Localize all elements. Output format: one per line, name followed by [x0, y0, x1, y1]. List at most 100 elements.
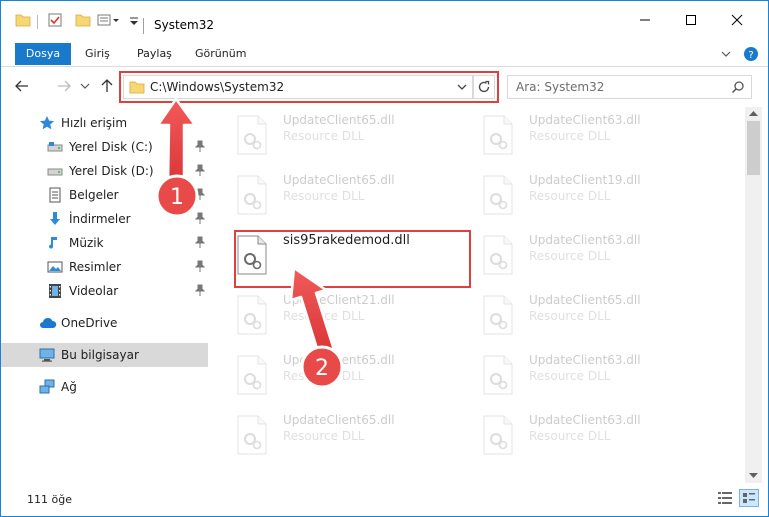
dll-file-icon: [235, 415, 269, 455]
window-title: System32: [154, 18, 215, 32]
file-item[interactable]: UpdateClient65.dll Resource DLL: [211, 349, 451, 403]
sidebar-item-label: Belgeler: [69, 188, 119, 202]
file-item[interactable]: UpdateClient65.dll Resource DLL: [211, 169, 451, 223]
pin-icon[interactable]: [194, 164, 206, 179]
dll-file-icon: [235, 295, 269, 335]
file-name: UpdateClient63.dll: [529, 353, 641, 367]
pin-icon[interactable]: [194, 188, 206, 203]
maximize-button[interactable]: [668, 1, 714, 39]
expand-ribbon-button[interactable]: [718, 43, 734, 65]
drive-icon: [47, 139, 63, 155]
item-count: 111 öğe: [27, 493, 72, 506]
details-view-icon[interactable]: [717, 491, 733, 508]
up-button[interactable]: [98, 77, 116, 95]
file-type: Resource DLL: [283, 429, 365, 443]
sidebar-item-local-disk-c[interactable]: Yerel Disk (C:): [1, 135, 208, 159]
pin-icon[interactable]: [194, 236, 206, 251]
sidebar-item-quick-access[interactable]: Hızlı erişim: [1, 111, 208, 135]
back-button[interactable]: [13, 77, 31, 95]
search-box[interactable]: Ara: System32: [507, 75, 752, 99]
pin-icon[interactable]: [194, 284, 206, 299]
file-item[interactable]: UpdateClient63.dll Resource DLL: [457, 229, 697, 283]
sidebar-item-label: Yerel Disk (C:): [69, 140, 153, 154]
pin-icon[interactable]: [194, 140, 206, 155]
sidebar-item-label: Yerel Disk (D:): [69, 164, 154, 178]
file-type: Resource DLL: [529, 369, 611, 383]
title-bar: System32: [1, 1, 768, 39]
chevron-down-icon: [80, 83, 90, 89]
file-name: UpdateClient65.dll: [283, 173, 395, 187]
sidebar-item-this-pc[interactable]: Bu bilgisayar: [1, 343, 208, 367]
tab-file[interactable]: Dosya: [15, 43, 71, 65]
new-folder-icon[interactable]: [75, 12, 91, 30]
tiles-view-icon[interactable]: [739, 489, 759, 507]
status-bar: 111 öğe: [1, 483, 768, 516]
address-highlight-box: [119, 71, 499, 103]
file-name: UpdateClient65.dll: [283, 413, 395, 427]
sidebar-item-pictures[interactable]: Resimler: [1, 255, 208, 279]
sidebar-item-label: Bu bilgisayar: [61, 348, 139, 362]
vertical-scrollbar[interactable]: [745, 107, 762, 483]
ribbon-tabs: Dosya Giriş Paylaş Görünüm ?: [1, 39, 768, 67]
file-type: Resource DLL: [283, 189, 365, 203]
dll-file-icon: [481, 415, 515, 455]
folder-icon: [15, 12, 31, 30]
scroll-down-icon: [749, 473, 758, 478]
file-highlight-box: [234, 230, 471, 288]
file-item[interactable]: UpdateClient65.dll Resource DLL: [211, 109, 451, 163]
help-button[interactable]: ?: [742, 43, 760, 65]
sidebar-item-onedrive[interactable]: OneDrive: [1, 311, 208, 335]
file-item[interactable]: UpdateClient19.dll Resource DLL: [457, 169, 697, 223]
customize-toolbar-icon[interactable]: [97, 12, 125, 30]
file-name: UpdateClient63.dll: [529, 233, 641, 247]
sidebar-item-documents[interactable]: Belgeler: [1, 183, 208, 207]
file-item[interactable]: UpdateClient63.dll Resource DLL: [457, 109, 697, 163]
search-placeholder: Ara: System32: [516, 80, 605, 94]
file-type: Resource DLL: [529, 129, 611, 143]
close-icon: [731, 14, 743, 26]
tab-home[interactable]: Giriş: [83, 43, 112, 65]
sidebar-item-label: Ağ: [61, 380, 77, 394]
sidebar-item-network[interactable]: Ağ: [1, 375, 208, 399]
scrollbar-thumb[interactable]: [747, 121, 760, 175]
recent-locations-button[interactable]: [79, 77, 91, 95]
search-icon[interactable]: [731, 80, 745, 97]
sidebar-item-downloads[interactable]: İndirmeler: [1, 207, 208, 231]
sidebar-item-videos[interactable]: Videolar: [1, 279, 208, 303]
forward-button[interactable]: [55, 77, 73, 95]
file-type: Resource DLL: [283, 129, 365, 143]
file-name: UpdateClient65.dll: [529, 293, 641, 307]
sidebar-item-label: Videolar: [69, 284, 119, 298]
file-item[interactable]: UpdateClient63.dll Resource DLL: [457, 409, 697, 463]
file-name: UpdateClient63.dll: [529, 413, 641, 427]
properties-icon[interactable]: [47, 12, 63, 30]
dll-file-icon: [481, 175, 515, 215]
dll-file-icon: [235, 355, 269, 395]
network-icon: [39, 379, 55, 395]
file-name: UpdateClient21.dll: [283, 293, 395, 307]
minimize-icon: [640, 19, 650, 21]
download-icon: [47, 211, 63, 227]
file-item[interactable]: UpdateClient65.dll Resource DLL: [211, 409, 451, 463]
file-name: UpdateClient65.dll: [283, 113, 395, 127]
file-item[interactable]: UpdateClient65.dll Resource DLL: [457, 289, 697, 343]
navigation-bar: C:\Windows\System32 Ara: System32: [1, 67, 768, 107]
file-type: Resource DLL: [283, 369, 365, 383]
pin-icon[interactable]: [194, 260, 206, 275]
pin-icon[interactable]: [194, 212, 206, 227]
tab-share[interactable]: Paylaş: [135, 43, 174, 65]
file-item[interactable]: UpdateClient21.dll Resource DLL: [211, 289, 451, 343]
documents-icon: [47, 187, 63, 203]
file-item[interactable]: UpdateClient63.dll Resource DLL: [457, 349, 697, 403]
tab-view[interactable]: Görünüm: [193, 43, 248, 65]
title-divider: [143, 18, 144, 34]
videos-icon: [47, 283, 63, 299]
maximize-icon: [686, 15, 696, 25]
arrow-left-icon: [15, 80, 28, 92]
divider: [37, 15, 38, 29]
close-button[interactable]: [714, 1, 760, 39]
sidebar-item-local-disk-d[interactable]: Yerel Disk (D:): [1, 159, 208, 183]
minimize-button[interactable]: [622, 1, 668, 39]
sidebar-item-music[interactable]: Müzik: [1, 231, 208, 255]
quick-access-dropdown-icon[interactable]: [129, 12, 139, 30]
